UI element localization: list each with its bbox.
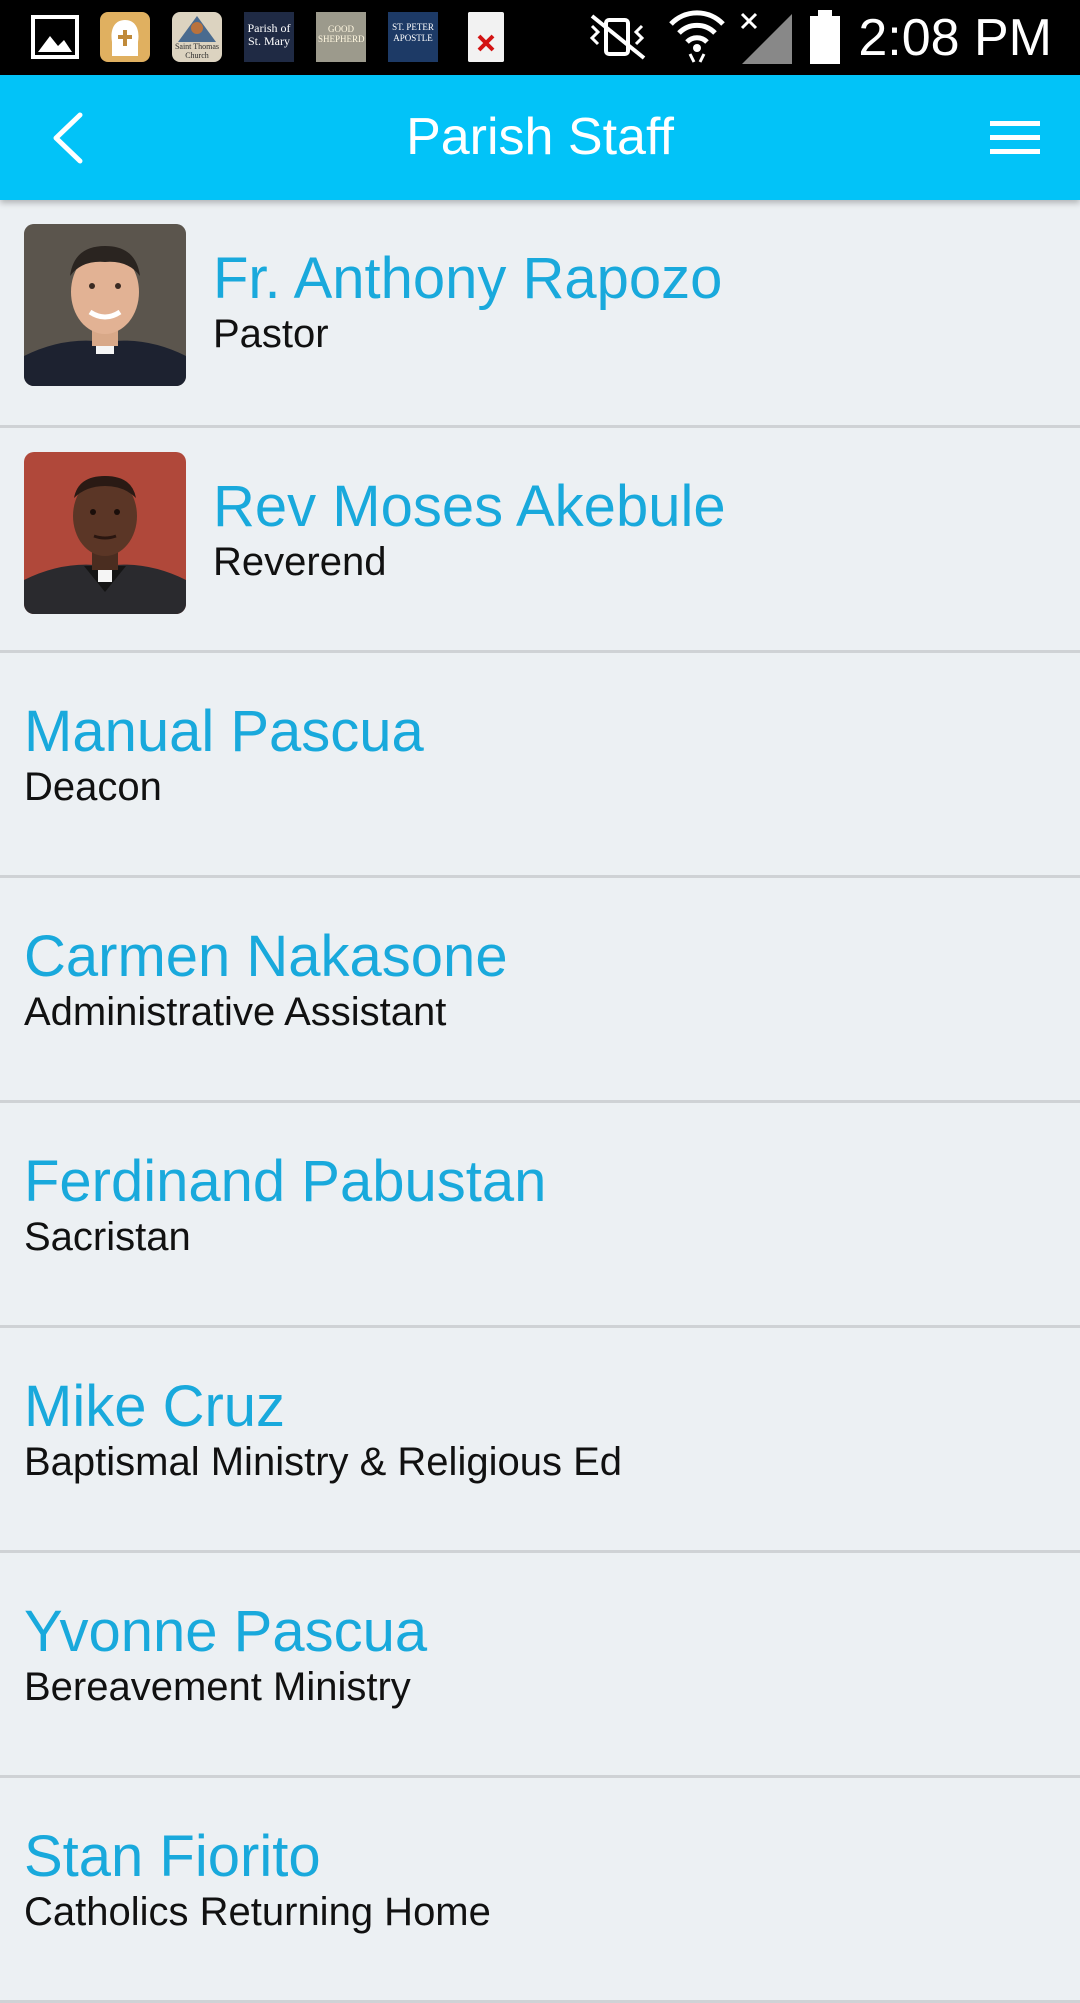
staff-text: Rev Moses Akebule Reverend bbox=[213, 474, 1056, 584]
saint-thomas-icon: Saint Thomas Church bbox=[172, 12, 222, 62]
staff-text: Mike Cruz Baptismal Ministry & Religious… bbox=[24, 1374, 1056, 1484]
staff-role: Baptismal Ministry & Religious Ed bbox=[24, 1440, 622, 1484]
staff-row[interactable]: Yvonne Pascua Bereavement Ministry bbox=[0, 1553, 1080, 1778]
staff-row[interactable]: Mike Cruz Baptismal Ministry & Religious… bbox=[0, 1328, 1080, 1553]
signal-icon bbox=[738, 10, 794, 71]
staff-role: Administrative Assistant bbox=[24, 990, 447, 1034]
hamburger-menu-icon bbox=[990, 121, 1040, 154]
staff-row[interactable]: Ferdinand Pabustan Sacristan bbox=[0, 1103, 1080, 1328]
saint-thomas-label: Saint Thomas Church bbox=[174, 42, 220, 60]
staff-text: Ferdinand Pabustan Sacristan bbox=[24, 1149, 1056, 1259]
staff-name: Rev Moses Akebule bbox=[213, 474, 726, 539]
close-file-icon bbox=[468, 12, 504, 62]
staff-name: Stan Fiorito bbox=[24, 1824, 321, 1889]
staff-role: Sacristan bbox=[24, 1215, 191, 1259]
st-mary-label: Parish of St. Mary bbox=[247, 21, 291, 48]
staff-row[interactable]: Carmen Nakasone Administrative Assistant bbox=[0, 878, 1080, 1103]
staff-row[interactable]: Manual Pascua Deacon bbox=[0, 653, 1080, 878]
st-peter-apostle-icon: ST. PETER APOSTLE bbox=[388, 12, 438, 62]
good-shepherd-label: GOOD SHEPHERD bbox=[318, 24, 365, 44]
staff-row[interactable]: Fr. Anthony Rapozo Pastor bbox=[0, 200, 1080, 428]
status-time: 2:08 PM bbox=[858, 9, 1052, 67]
st-peter-label: ST. PETER APOSTLE bbox=[392, 22, 434, 43]
page-title: Parish Staff bbox=[406, 108, 674, 166]
staff-text: Fr. Anthony Rapozo Pastor bbox=[213, 246, 1056, 356]
staff-role: Catholics Returning Home bbox=[24, 1890, 491, 1934]
staff-name: Ferdinand Pabustan bbox=[24, 1149, 547, 1214]
staff-row[interactable]: Stan Fiorito Catholics Returning Home bbox=[0, 1778, 1080, 2003]
staff-role: Deacon bbox=[24, 765, 162, 809]
st-mary-icon: Parish of St. Mary bbox=[244, 12, 294, 62]
staff-text: Manual Pascua Deacon bbox=[24, 699, 1056, 809]
staff-text: Carmen Nakasone Administrative Assistant bbox=[24, 924, 1056, 1034]
avatar-photo bbox=[24, 224, 186, 386]
gallery-icon bbox=[30, 12, 80, 62]
status-bar: Saint Thomas Church Parish of St. Mary G… bbox=[0, 0, 1080, 75]
parish-app-icon bbox=[100, 12, 150, 62]
wifi-icon bbox=[668, 8, 726, 69]
battery-icon bbox=[808, 10, 842, 71]
staff-text: Stan Fiorito Catholics Returning Home bbox=[24, 1824, 1056, 1934]
staff-name: Mike Cruz bbox=[24, 1374, 286, 1439]
staff-name: Manual Pascua bbox=[24, 699, 424, 764]
staff-name: Carmen Nakasone bbox=[24, 924, 508, 989]
staff-role: Bereavement Ministry bbox=[24, 1665, 411, 1709]
menu-button[interactable] bbox=[988, 113, 1042, 163]
staff-row[interactable]: Rev Moses Akebule Reverend bbox=[0, 428, 1080, 653]
good-shepherd-icon: GOOD SHEPHERD bbox=[316, 12, 366, 62]
staff-text: Yvonne Pascua Bereavement Ministry bbox=[24, 1599, 1056, 1709]
staff-name: Yvonne Pascua bbox=[24, 1599, 428, 1664]
staff-name: Fr. Anthony Rapozo bbox=[213, 246, 723, 311]
mute-vibrate-icon bbox=[584, 12, 650, 67]
staff-role: Pastor bbox=[213, 312, 329, 356]
staff-role: Reverend bbox=[213, 540, 387, 584]
app-header: Parish Staff bbox=[0, 75, 1080, 200]
avatar-photo bbox=[24, 452, 186, 614]
staff-list: Fr. Anthony Rapozo Pastor Rev Moses Akeb… bbox=[0, 200, 1080, 2003]
